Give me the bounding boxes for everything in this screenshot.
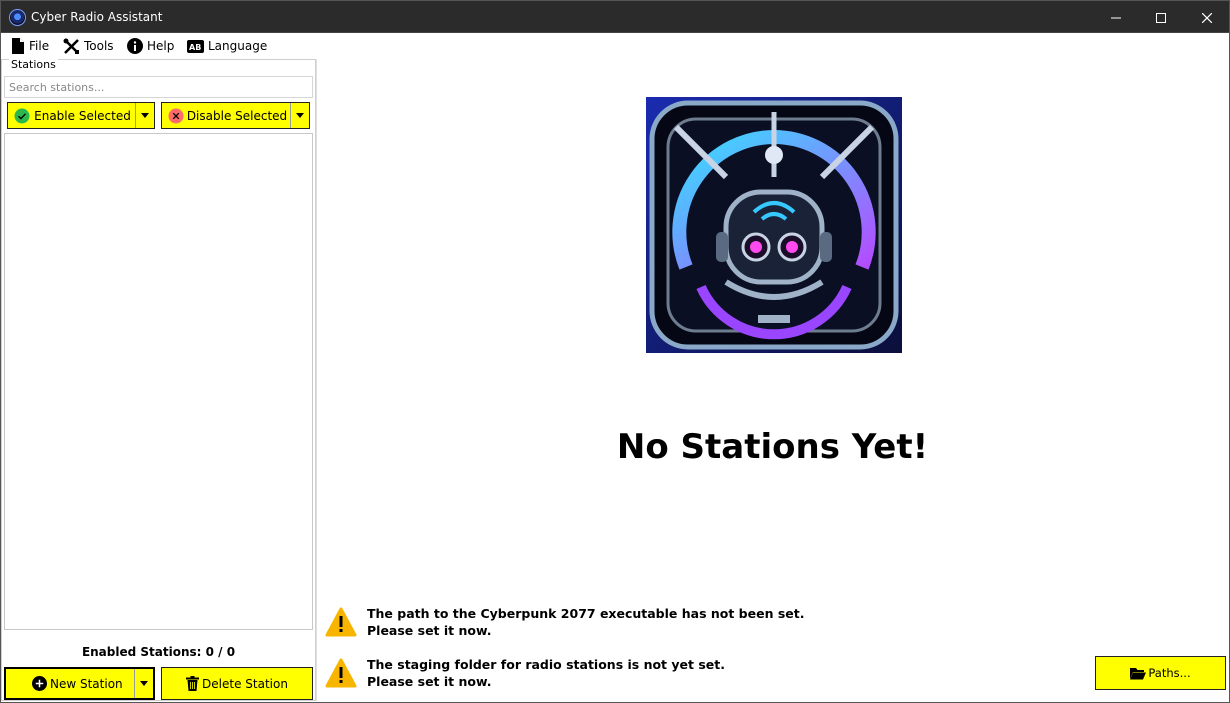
new-station-button[interactable]: New Station [4, 667, 155, 700]
delete-station-button[interactable]: Delete Station [161, 667, 313, 700]
warning-icon [325, 607, 357, 637]
tools-icon [63, 38, 79, 54]
warning-executable-text: The path to the Cyberpunk 2077 executabl… [367, 605, 804, 639]
folder-open-icon [1130, 667, 1147, 679]
warning-line: The staging folder for radio stations is… [367, 657, 725, 672]
paths-button[interactable]: Paths... [1095, 656, 1226, 690]
disable-selected-label: Disable Selected [186, 108, 288, 123]
menu-bar: File Tools Help AB Language [1, 33, 1229, 59]
menu-file-label: File [29, 39, 50, 53]
plus-circle-icon [32, 676, 47, 691]
svg-text:AB: AB [189, 43, 201, 52]
maximize-icon [1156, 12, 1166, 23]
delete-station-label: Delete Station [202, 676, 288, 691]
app-icon [9, 9, 26, 26]
chevron-down-icon [140, 681, 148, 686]
title-bar: Cyber Radio Assistant [0, 0, 1230, 33]
enabled-stations-count: Enabled Stations: 0 / 0 [81, 645, 236, 659]
menu-language-label: Language [208, 39, 268, 53]
minimize-button[interactable] [1093, 1, 1139, 34]
file-icon [12, 38, 24, 54]
menu-file[interactable]: File [11, 37, 49, 55]
language-icon: AB [187, 39, 204, 53]
menu-tools[interactable]: Tools [63, 37, 114, 55]
new-station-label: New Station [50, 676, 123, 691]
warning-line: The path to the Cyberpunk 2077 executabl… [367, 606, 805, 621]
trash-icon [186, 676, 200, 691]
app-logo [646, 97, 902, 353]
close-icon [1202, 12, 1212, 23]
disable-dropdown-arrow[interactable] [290, 103, 309, 128]
maximize-button[interactable] [1138, 1, 1184, 34]
window-title: Cyber Radio Assistant [31, 10, 163, 24]
warning-line: Please set it now. [367, 674, 492, 689]
disable-selected-button[interactable]: Disable Selected [161, 102, 310, 129]
station-list[interactable] [4, 133, 313, 630]
warning-staging-folder: The staging folder for radio stations is… [325, 656, 825, 696]
warning-icon [325, 658, 357, 688]
warning-line: Please set it now. [367, 623, 492, 638]
chevron-down-icon [141, 113, 149, 118]
new-station-dropdown-arrow[interactable] [134, 669, 153, 698]
enable-selected-button[interactable]: Enable Selected [7, 102, 155, 129]
menu-help[interactable]: Help [127, 37, 174, 55]
warning-staging-text: The staging folder for radio stations is… [367, 656, 725, 690]
empty-state-title: No Stations Yet! [616, 427, 929, 467]
paths-label: Paths... [1148, 666, 1191, 680]
search-input[interactable] [4, 76, 313, 98]
x-circle-icon [168, 108, 184, 123]
minimize-icon [1111, 17, 1121, 18]
close-button[interactable] [1184, 1, 1230, 34]
menu-language[interactable]: AB Language [187, 37, 267, 55]
enable-selected-label: Enable Selected [34, 108, 131, 123]
warning-executable-path: The path to the Cyberpunk 2077 executabl… [325, 605, 825, 645]
chevron-down-icon [296, 113, 304, 118]
enable-dropdown-arrow[interactable] [135, 103, 154, 128]
info-icon [127, 38, 143, 54]
check-circle-icon [14, 108, 30, 123]
menu-help-label: Help [147, 39, 175, 53]
stations-group-label: Stations [9, 58, 58, 71]
menu-tools-label: Tools [84, 39, 114, 53]
panel-divider [316, 59, 317, 701]
